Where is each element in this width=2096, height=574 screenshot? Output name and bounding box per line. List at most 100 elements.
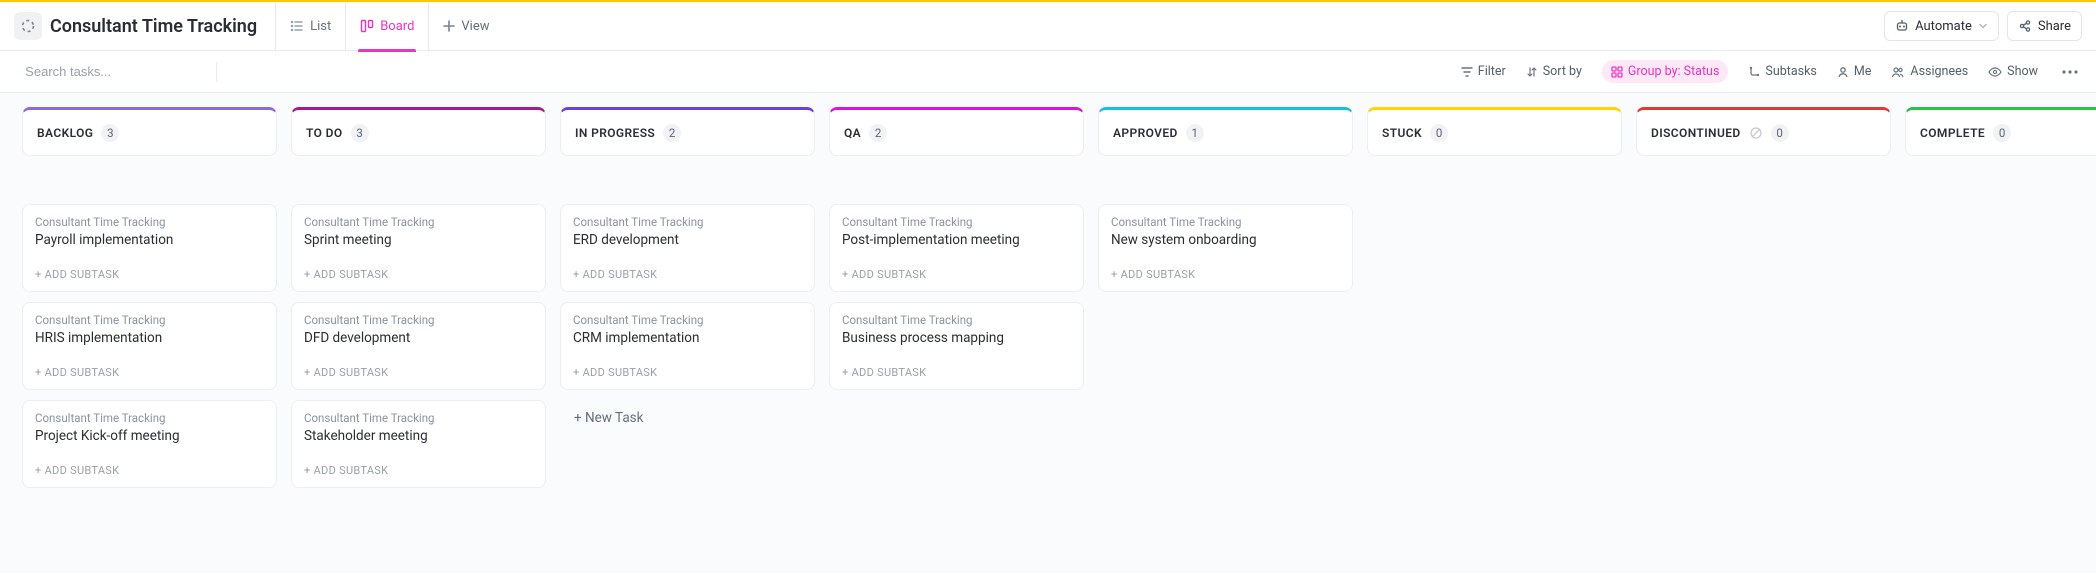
share-button[interactable]: Share (2007, 11, 2082, 41)
add-subtask-button[interactable]: + ADD SUBTASK (304, 366, 533, 379)
add-subtask-button[interactable]: + ADD SUBTASK (842, 268, 1071, 281)
more-button[interactable] (2058, 60, 2082, 84)
automate-label: Automate (1915, 19, 1972, 34)
task-card[interactable]: Consultant Time TrackingCRM implementati… (560, 302, 815, 390)
add-subtask-button[interactable]: + ADD SUBTASK (35, 464, 264, 477)
task-card[interactable]: Consultant Time TrackingDFD development+… (291, 302, 546, 390)
assignees-label: Assignees (1910, 64, 1968, 79)
subtasks-label: Subtasks (1765, 64, 1816, 79)
share-label: Share (2038, 19, 2071, 34)
column-name: APPROVED (1113, 126, 1178, 140)
list-avatar (14, 12, 42, 40)
automate-button[interactable]: Automate (1884, 11, 1999, 41)
card-listname: Consultant Time Tracking (842, 313, 1071, 327)
column-header[interactable]: COMPLETE 0 (1905, 107, 2096, 156)
group-icon (1611, 66, 1623, 78)
column-cards: Consultant Time Tracking ERD development +… (560, 204, 815, 436)
column-name: DISCONTINUED (1651, 126, 1741, 140)
task-card[interactable]: Consultant Time TrackingPayroll implemen… (22, 204, 277, 292)
tab-add-view[interactable]: View (429, 2, 503, 51)
tab-list[interactable]: List (276, 2, 346, 51)
column-complete: COMPLETE 0 (1905, 107, 2096, 533)
column-count: 2 (869, 124, 887, 142)
add-subtask-button[interactable]: + ADD SUBTASK (573, 268, 802, 281)
add-subtask-button[interactable]: + ADD SUBTASK (1111, 268, 1340, 281)
share-icon (2018, 19, 2032, 33)
add-subtask-button[interactable]: + ADD SUBTASK (842, 366, 1071, 379)
show-button[interactable]: Show (1988, 64, 2038, 79)
search-input[interactable] (25, 64, 201, 79)
column-header[interactable]: APPROVED 1 (1098, 107, 1353, 156)
me-button[interactable]: Me (1837, 64, 1872, 79)
robot-icon (1895, 19, 1909, 33)
column-name: COMPLETE (1920, 126, 1985, 140)
card-title: Business process mapping (842, 330, 1071, 346)
person-icon (1837, 66, 1849, 78)
task-card[interactable]: Consultant Time Tracking ERD development +… (560, 204, 815, 292)
column-header[interactable]: QA2 (829, 107, 1084, 156)
group-button[interactable]: Group by: Status (1602, 60, 1729, 83)
column-count: 0 (1430, 124, 1448, 142)
column-count: 0 (1771, 124, 1789, 142)
toolbar-actions: Filter Sort by Group by: Status Subtasks (1461, 60, 2082, 84)
column-header[interactable]: TO DO3 (291, 107, 546, 156)
card-listname: Consultant Time Tracking (304, 411, 533, 425)
task-card[interactable]: Consultant Time Tracking Business process… (829, 302, 1084, 390)
eye-icon (1988, 66, 2002, 78)
group-label: Group by: Status (1628, 64, 1720, 79)
tab-board-label: Board (380, 19, 414, 34)
task-card[interactable]: Consultant Time TrackingStakeholder meet… (291, 400, 546, 488)
card-title: New system onboarding (1111, 232, 1340, 248)
add-subtask-button[interactable]: + ADD SUBTASK (35, 268, 264, 281)
column-count: 1 (1186, 124, 1204, 142)
add-subtask-button[interactable]: + ADD SUBTASK (304, 464, 533, 477)
card-title: Post-implementation meeting (842, 232, 1071, 248)
circle-slash-icon (1749, 126, 1763, 140)
filter-icon (1461, 66, 1473, 78)
task-card[interactable]: Consultant Time TrackingPost-implementat… (829, 204, 1084, 292)
tab-board[interactable]: Board (346, 2, 429, 51)
card-title: HRIS implementation (35, 330, 264, 346)
assignees-button[interactable]: Assignees (1891, 64, 1968, 79)
card-title: CRM implementation (573, 330, 802, 346)
column-name: TO DO (306, 126, 343, 140)
column-header[interactable]: STUCK0 (1367, 107, 1622, 156)
filter-label: Filter (1478, 64, 1506, 79)
column-header[interactable]: BACKLOG3 (22, 107, 277, 156)
card-listname: Consultant Time Tracking (573, 215, 802, 229)
more-horizontal-icon (2062, 70, 2078, 74)
board-view-icon (360, 19, 374, 33)
column-header[interactable]: IN PROGRESS2 (560, 107, 815, 156)
list-view-icon (290, 19, 304, 33)
task-card[interactable]: Consultant Time TrackingSprint meeting+ … (291, 204, 546, 292)
card-listname: Consultant Time Tracking (304, 215, 533, 229)
search-wrap (18, 64, 208, 79)
column-header[interactable]: DISCONTINUED 0 (1636, 107, 1891, 156)
new-task-button[interactable]: + New Task (560, 400, 815, 436)
column-cards: Consultant Time TrackingPayroll implemen… (22, 204, 277, 488)
task-card[interactable]: Consultant Time Tracking New system onboa… (1098, 204, 1353, 292)
board: BACKLOG3 Consultant Time TrackingPayroll … (0, 93, 2096, 573)
add-subtask-button[interactable]: + ADD SUBTASK (35, 366, 264, 379)
chevron-down-icon[interactable] (207, 67, 208, 77)
card-listname: Consultant Time Tracking (1111, 215, 1340, 229)
task-card[interactable]: Consultant Time TrackingProject Kick-off… (22, 400, 277, 488)
tab-list-label: List (310, 19, 331, 34)
sort-button[interactable]: Sort by (1526, 64, 1582, 79)
filter-button[interactable]: Filter (1461, 64, 1506, 79)
header-actions: Automate Share (1884, 11, 2082, 41)
me-label: Me (1854, 64, 1872, 79)
column-cards: Consultant Time Tracking Post-implementat… (829, 204, 1084, 390)
subtasks-icon (1748, 66, 1760, 78)
header: Consultant Time Tracking List Board (0, 2, 2096, 51)
task-card[interactable]: Consultant Time TrackingHRIS implementat… (22, 302, 277, 390)
add-subtask-button[interactable]: + ADD SUBTASK (304, 268, 533, 281)
card-title: ERD development (573, 232, 802, 248)
add-subtask-button[interactable]: + ADD SUBTASK (573, 366, 802, 379)
divider (216, 62, 217, 82)
view-tabs: List Board View (276, 2, 503, 51)
people-icon (1891, 66, 1905, 78)
column-count: 0 (1993, 124, 2011, 142)
column-count: 2 (663, 124, 681, 142)
subtasks-button[interactable]: Subtasks (1748, 64, 1816, 79)
